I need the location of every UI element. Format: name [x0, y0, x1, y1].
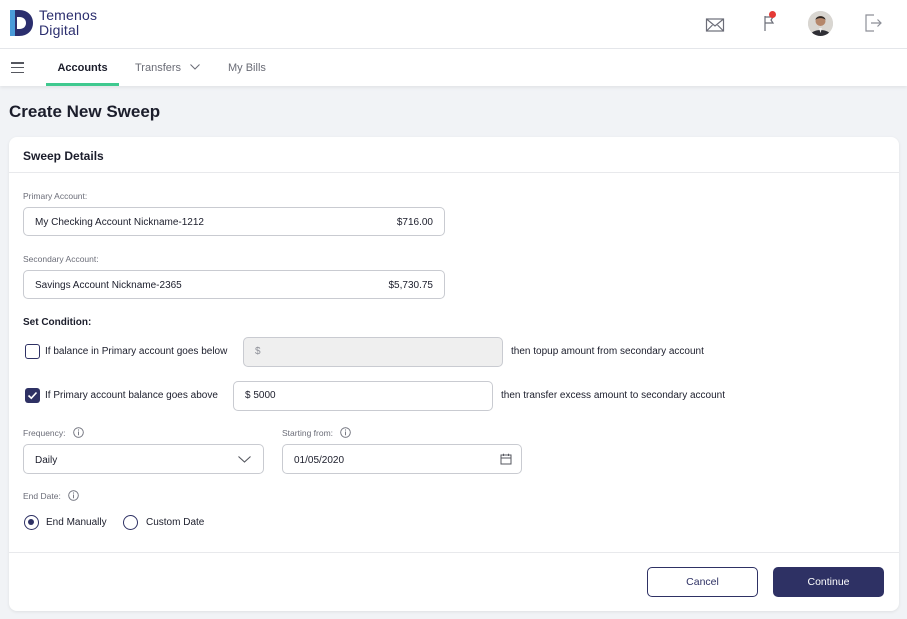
primary-account-name: My Checking Account Nickname-1212 [35, 217, 204, 228]
brand-line-1: Temenos [39, 7, 98, 23]
frequency-label-group: Frequency: [23, 427, 84, 439]
divider [9, 172, 899, 173]
card-title: Sweep Details [23, 149, 104, 163]
start-date-picker[interactable]: 01/05/2020 [282, 444, 522, 474]
chevron-down-icon [238, 456, 251, 463]
checkmark-icon [27, 391, 38, 400]
brand-name: Temenos Digital [39, 8, 97, 38]
set-condition-label: Set Condition: [23, 317, 92, 328]
tab-transfers[interactable]: Transfers [135, 49, 200, 86]
secondary-account-name: Savings Account Nickname-2365 [35, 280, 182, 291]
balance-below-checkbox[interactable] [25, 344, 40, 359]
end-manually-radio[interactable] [24, 515, 39, 530]
info-icon[interactable] [68, 490, 79, 502]
chevron-down-icon [190, 63, 200, 70]
balance-above-suffix: then transfer excess amount to secondary… [501, 390, 726, 401]
tab-accounts[interactable]: Accounts [46, 49, 119, 86]
tab-my-bills[interactable]: My Bills [228, 49, 266, 86]
starting-from-label-group: Starting from: [282, 427, 352, 439]
notifications-flag[interactable] [759, 11, 781, 34]
calendar-icon[interactable] [500, 453, 512, 465]
balance-above-text: If Primary account balance goes above [45, 390, 218, 401]
end-date-label-group: End Date: [23, 490, 79, 502]
sweep-details-card: Sweep Details Primary Account: My Checki… [9, 137, 899, 611]
continue-button[interactable]: Continue [773, 567, 884, 597]
tab-my-bills-label: My Bills [228, 62, 266, 74]
top-header: Temenos Digital [0, 0, 907, 49]
logout-icon[interactable] [862, 12, 884, 34]
primary-account-balance: $716.00 [396, 217, 433, 228]
primary-account-select[interactable]: My Checking Account Nickname-1212 $716.0… [23, 207, 445, 236]
info-icon[interactable] [340, 427, 352, 439]
balance-above-checkbox[interactable] [25, 388, 40, 403]
custom-date-radio[interactable] [123, 515, 138, 530]
mail-icon[interactable] [704, 14, 726, 36]
primary-account-label: Primary Account: [23, 191, 88, 201]
secondary-account-balance: $5,730.75 [388, 280, 434, 291]
frequency-value: Daily [35, 455, 58, 466]
balance-below-text: If balance in Primary account goes below [45, 346, 228, 357]
balance-below-input[interactable]: $ [243, 337, 503, 367]
end-manually-label[interactable]: End Manually [46, 517, 107, 528]
custom-date-label[interactable]: Custom Date [146, 517, 204, 528]
secondary-account-select[interactable]: Savings Account Nickname-2365 $5,730.75 [23, 270, 445, 299]
balance-above-input[interactable]: $ 5000 [233, 381, 493, 411]
nav-bar: Accounts Transfers My Bills [0, 49, 907, 86]
temenos-logo-icon [10, 10, 33, 36]
user-photo-icon [808, 11, 833, 36]
starting-from-label: Starting from: [282, 428, 334, 438]
frequency-select[interactable]: Daily [23, 444, 264, 474]
start-date-value: 01/05/2020 [294, 455, 345, 466]
frequency-label: Frequency: [23, 428, 66, 438]
secondary-account-label: Secondary Account: [23, 254, 99, 264]
end-date-label: End Date: [23, 491, 61, 501]
user-avatar[interactable] [808, 11, 833, 36]
balance-below-suffix: then topup amount from secondary account [511, 346, 704, 357]
hamburger-menu-icon[interactable] [11, 62, 24, 74]
info-icon[interactable] [73, 427, 84, 439]
tab-accounts-label: Accounts [57, 62, 108, 74]
brand-logo[interactable]: Temenos Digital [8, 8, 97, 38]
page-title: Create New Sweep [9, 102, 161, 121]
tab-transfers-label: Transfers [135, 62, 182, 74]
divider [9, 552, 899, 553]
cancel-button[interactable]: Cancel [647, 567, 758, 597]
brand-line-2: Digital [39, 22, 80, 38]
active-tab-underline [46, 83, 119, 86]
notification-dot [769, 11, 776, 18]
